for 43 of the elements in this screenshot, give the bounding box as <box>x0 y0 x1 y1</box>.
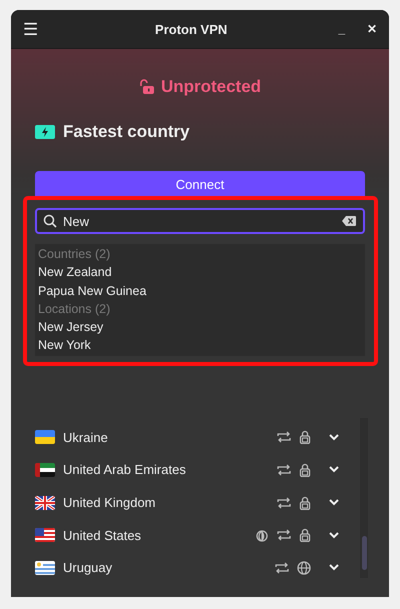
flag-icon <box>35 560 55 575</box>
swap-arrows-icon <box>277 431 291 444</box>
country-name: Ukraine <box>63 430 109 445</box>
chevron-down-icon[interactable] <box>329 499 339 506</box>
chevron-down-icon[interactable] <box>329 466 339 474</box>
window-title: Proton VPN <box>154 22 228 36</box>
result-item[interactable]: New Jersey <box>38 318 362 336</box>
country-name: Uruguay <box>63 560 114 576</box>
close-button[interactable]: ✕ <box>367 23 377 35</box>
flag-icon <box>35 462 55 477</box>
status-text: Unprotected <box>160 77 262 97</box>
padlock-icon <box>299 462 311 477</box>
padlock-icon <box>299 528 311 542</box>
country-name: United States <box>63 528 142 543</box>
menu-icon[interactable]: ☰ <box>23 20 38 38</box>
swap-arrows-icon <box>275 562 289 574</box>
clear-icon[interactable] <box>342 216 356 226</box>
swap-arrows-icon <box>277 496 291 508</box>
results-heading: Countries (2) <box>38 246 112 263</box>
chevron-down-icon[interactable] <box>329 564 339 572</box>
minimize-button[interactable]: _ <box>338 23 345 35</box>
search-field[interactable]: New <box>35 208 365 234</box>
chevron-down-icon[interactable] <box>329 434 339 441</box>
globe-icon <box>297 560 311 575</box>
flag-icon <box>35 528 55 542</box>
result-item[interactable]: Papua New Guinea <box>38 282 362 300</box>
scrollbar[interactable] <box>360 418 368 578</box>
swap-arrows-icon <box>277 464 291 476</box>
country-name: United Arab Emirates <box>63 462 187 478</box>
lightning-icon <box>35 125 55 139</box>
swap-arrows-icon <box>277 529 291 542</box>
flag-icon <box>35 496 55 510</box>
results-heading: Locations (2) <box>38 300 112 318</box>
result-item[interactable]: New York <box>38 336 362 355</box>
flag-icon <box>35 430 55 444</box>
profile-label: Fastest country <box>63 122 190 142</box>
connect-button[interactable]: Connect <box>35 171 365 197</box>
country-name: United Kingdom <box>63 495 156 510</box>
result-item[interactable]: New Zealand <box>38 263 362 282</box>
chevron-down-icon[interactable] <box>329 532 339 539</box>
onion-icon <box>255 528 269 542</box>
padlock-icon <box>299 430 311 444</box>
padlock-icon <box>299 496 311 510</box>
